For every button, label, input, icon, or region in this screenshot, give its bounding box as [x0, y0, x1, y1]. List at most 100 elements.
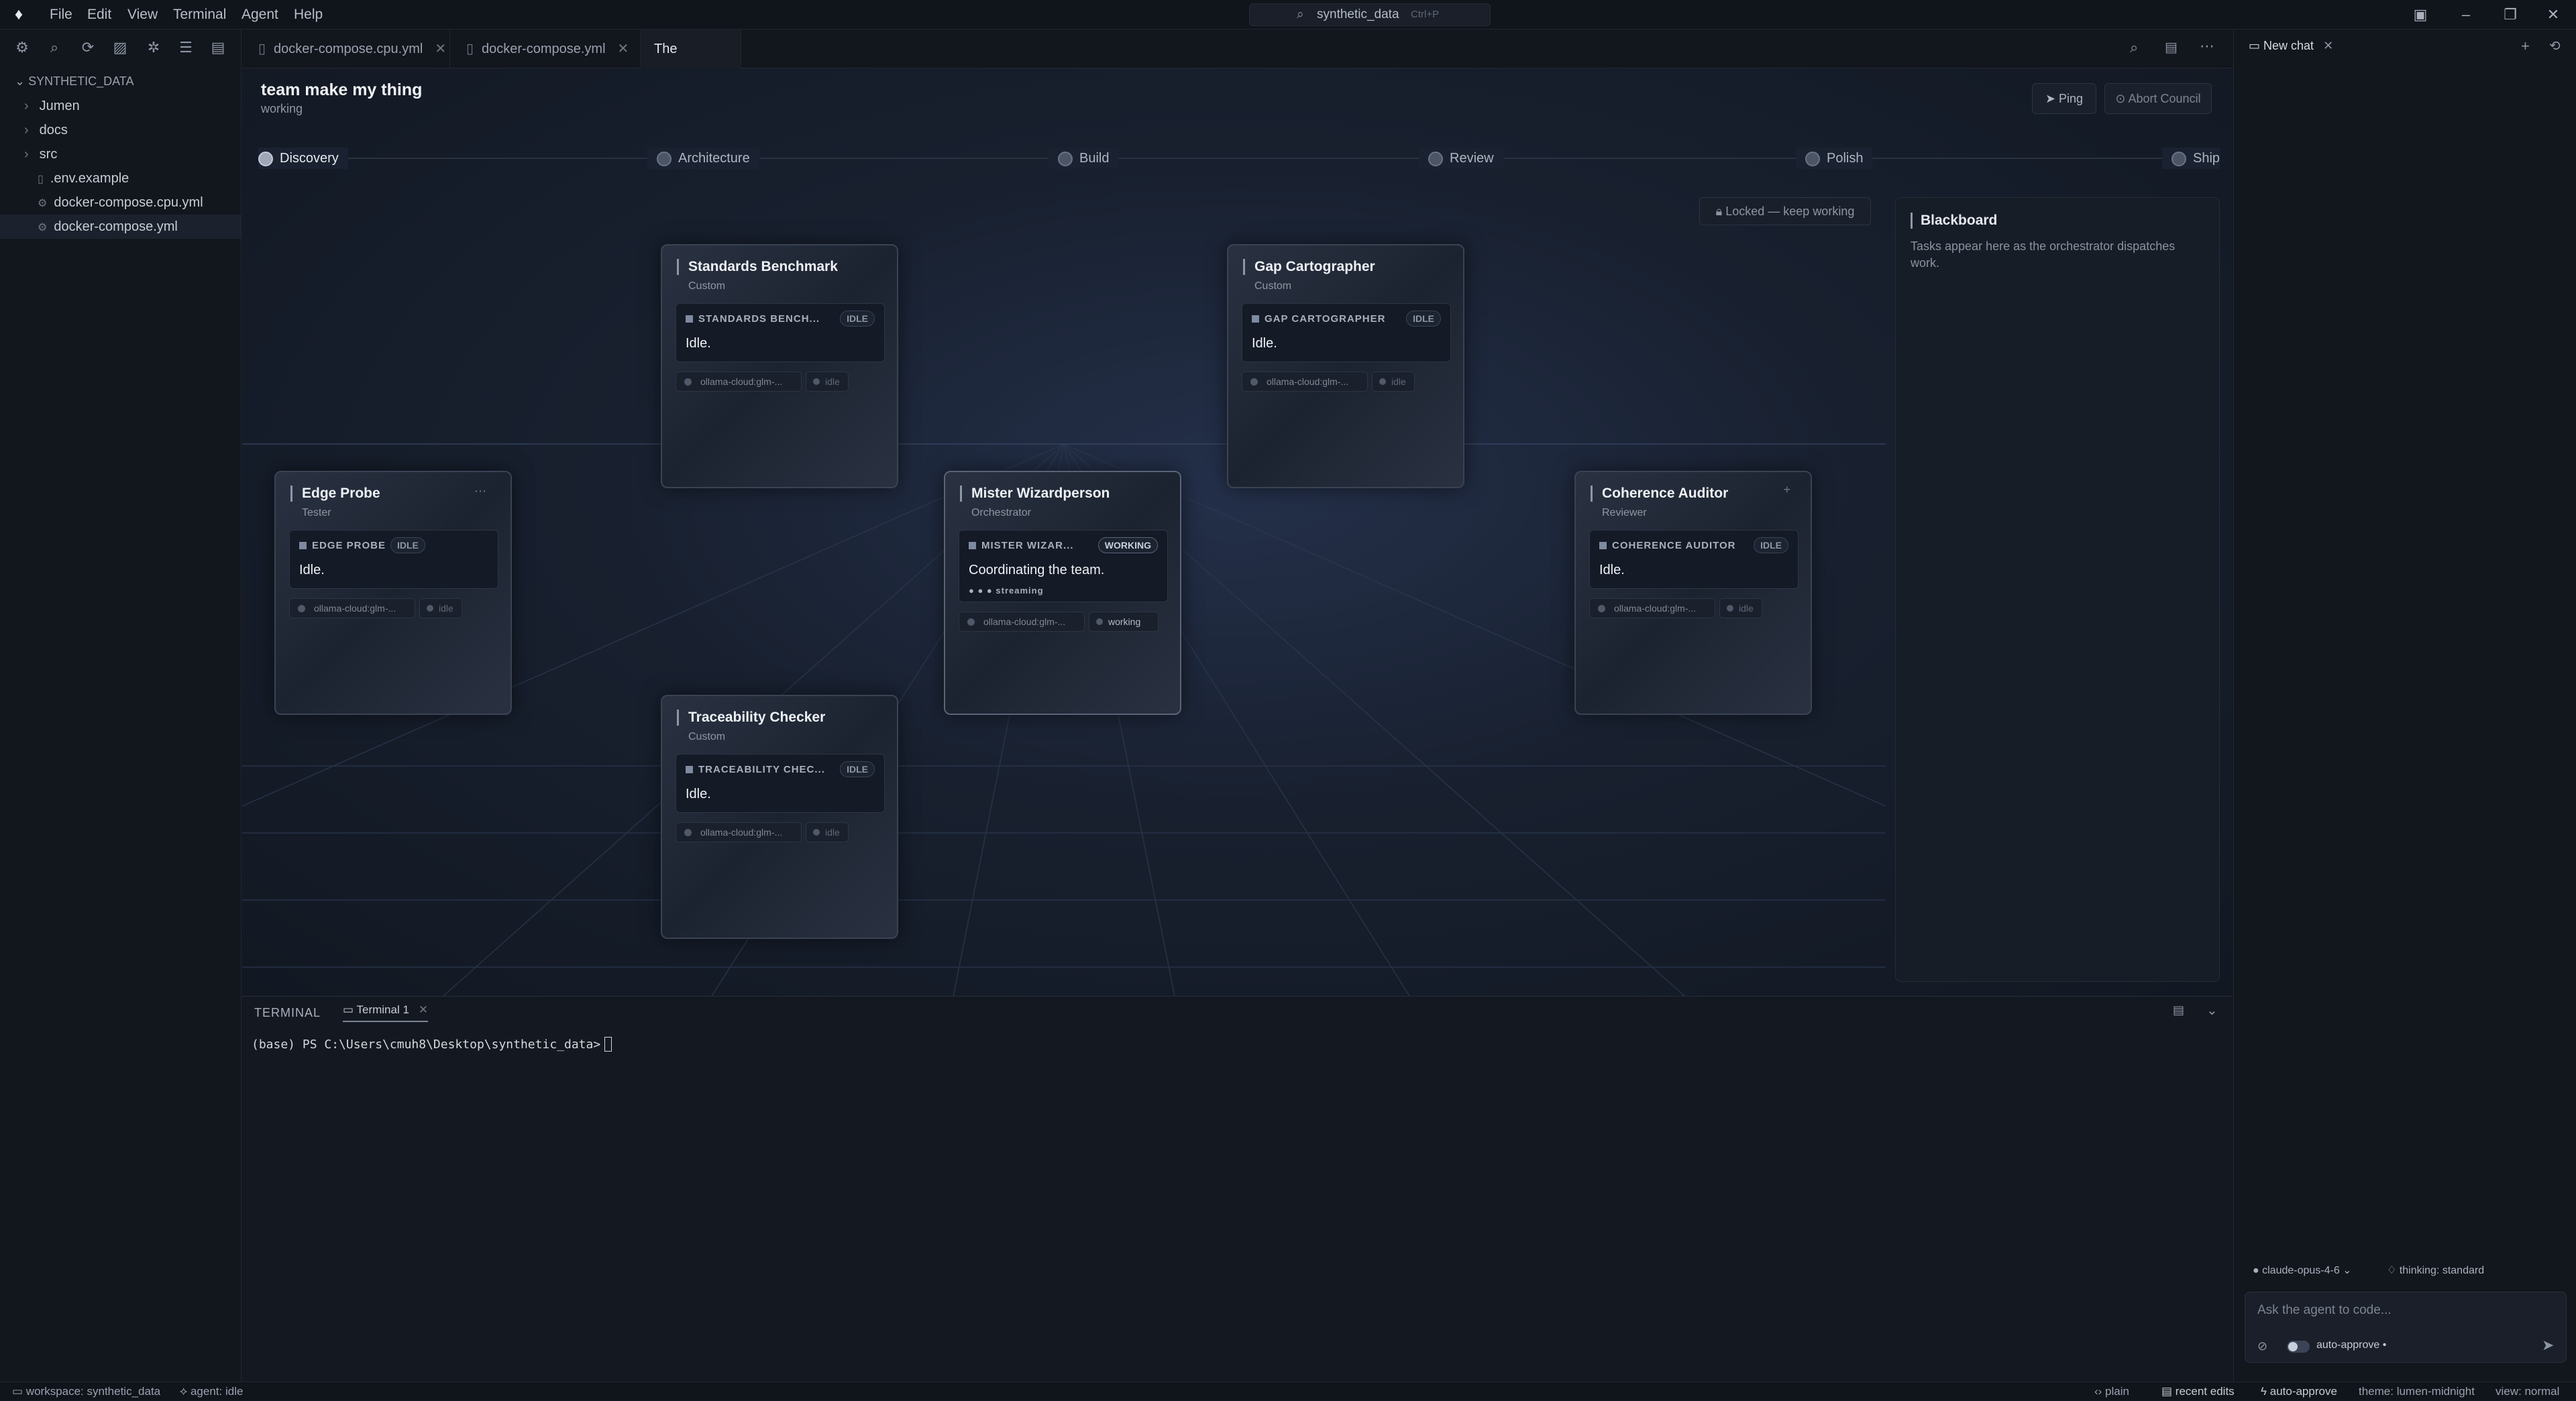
drag-handle-icon[interactable]: ⋯	[474, 484, 486, 498]
agent-label: STANDARDS BENCH...	[686, 313, 820, 325]
tab-compose[interactable]: ▯ docker-compose.yml ✕	[450, 30, 641, 68]
tree-item-jumen[interactable]: › Jumen	[0, 94, 241, 118]
phase-architecture[interactable]: Architecture	[647, 148, 759, 169]
terminal-layout-icon[interactable]: ▤	[2173, 1003, 2184, 1017]
gear-file-icon: ⚙	[38, 198, 48, 209]
workspace-status[interactable]: ▭ workspace: synthetic_data	[12, 1382, 160, 1401]
theme-label[interactable]: theme: lumen-midnight	[2359, 1382, 2475, 1401]
menu-file[interactable]: File	[50, 0, 72, 30]
stop-icon: ⊙	[2115, 92, 2129, 105]
agent-status-text: Idle.	[1252, 336, 1277, 351]
agent-name: Standards Benchmark	[677, 259, 838, 275]
phase-discovery[interactable]: Discovery	[258, 148, 348, 169]
phase-polish[interactable]: Polish	[1796, 148, 1873, 169]
gear-file-icon: ⚙	[38, 222, 48, 233]
tree-item-src[interactable]: › src	[0, 142, 241, 166]
menu-edit[interactable]: Edit	[87, 0, 111, 30]
phase-dot-icon	[1058, 151, 1073, 166]
new-chat-icon[interactable]: +	[2521, 38, 2530, 55]
chevron-down-icon: ⌄	[2339, 1265, 2352, 1276]
close-window-icon[interactable]: ✕	[2533, 0, 2573, 30]
agent-card-gap-cartographer[interactable]: Gap Cartographer Custom GAP CARTOGRAPHER…	[1227, 244, 1464, 488]
terminal-output[interactable]: (base) PS C:\Users\cmuh8\Desktop\synthet…	[252, 1037, 612, 1052]
history-icon[interactable]: ⟲	[2549, 38, 2561, 54]
toggle-panel-icon[interactable]: ▣	[2400, 0, 2440, 30]
search-icon[interactable]: ⌕	[2130, 39, 2138, 56]
menu-agent[interactable]: Agent	[241, 0, 278, 30]
tree-item-compose[interactable]: ⚙ docker-compose.yml	[0, 215, 241, 239]
image-icon[interactable]: ▨	[110, 38, 130, 58]
minimize-icon[interactable]: –	[2446, 0, 2486, 30]
view-label[interactable]: view: normal	[2496, 1382, 2559, 1401]
agent-card-mister-wizardperson[interactable]: Mister Wizardperson Orchestrator MISTER …	[944, 471, 1181, 715]
phase-build[interactable]: Build	[1049, 148, 1119, 169]
tree-label: .env.example	[50, 171, 129, 186]
phase-dot-icon	[657, 151, 672, 166]
model-state-chip: idle	[806, 372, 849, 392]
abort-council-button[interactable]: ⊙ Abort Council	[2104, 83, 2212, 114]
agent-label: MISTER WIZAR...	[969, 540, 1074, 551]
command-search-input[interactable]: ⌕ synthetic_data Ctrl+P	[1249, 3, 1491, 26]
menu-view[interactable]: View	[127, 0, 158, 30]
tab-the-council[interactable]: The Council✕	[641, 30, 741, 95]
tree-item-env[interactable]: ▯ .env.example	[0, 166, 241, 190]
send-icon: ➤	[2045, 92, 2059, 105]
phase-ship[interactable]: Ship	[2162, 148, 2220, 169]
close-icon[interactable]: ✕	[435, 42, 446, 56]
more-icon[interactable]: ⋯	[2200, 38, 2214, 55]
search-files-icon[interactable]: ⌕	[44, 38, 64, 58]
agent-role: Orchestrator	[971, 507, 1031, 518]
tree-item-docs[interactable]: › docs	[0, 118, 241, 142]
agent-card-standards-benchmark[interactable]: Standards Benchmark Custom STANDARDS BEN…	[661, 244, 898, 488]
plain-label: plain	[2105, 1385, 2129, 1398]
restore-icon[interactable]: ❐	[2490, 0, 2530, 30]
recent-edits[interactable]: ▤ recent edits	[2161, 1382, 2235, 1401]
app-logo-icon: ♦	[14, 5, 23, 23]
plus-icon[interactable]: +	[1783, 483, 1790, 497]
thinking-selector[interactable]: ♢ thinking: standard	[2387, 1264, 2484, 1277]
send-icon[interactable]: ➤	[2542, 1337, 2554, 1354]
agent-card-traceability-checker[interactable]: Traceability Checker Custom TRACEABILITY…	[661, 695, 898, 939]
plain-mode[interactable]: ‹› plain	[2094, 1382, 2129, 1401]
close-icon[interactable]: ✕	[618, 42, 629, 56]
settings-icon[interactable]: ⚙	[12, 38, 32, 58]
terminal-tab[interactable]: ▭ Terminal 1 ✕	[343, 1003, 429, 1022]
model-chip: ollama-cloud:glm-...	[1242, 372, 1368, 392]
edit-icon: ▤	[2161, 1385, 2176, 1398]
network-icon[interactable]: ✲	[144, 38, 164, 58]
agent-role: Custom	[1254, 280, 1292, 292]
book-icon[interactable]: ▤	[208, 38, 228, 58]
close-icon[interactable]: ✕	[2323, 39, 2333, 52]
agent-status-panel: EDGE PROBE IDLE Idle.	[289, 530, 498, 589]
tree-item-compose-cpu[interactable]: ⚙ docker-compose.cpu.yml	[0, 190, 241, 215]
ping-button[interactable]: ➤ Ping	[2032, 83, 2096, 114]
terminal-prompt: (base) PS C:\Users\cmuh8\Desktop\synthet…	[252, 1038, 601, 1052]
explorer-root[interactable]: ⌄ SYNTHETIC_DATA	[15, 71, 133, 91]
search-text: synthetic_data	[1317, 7, 1399, 21]
chat-input-box[interactable]: Ask the agent to code... ⊘ auto-approve …	[2245, 1292, 2567, 1363]
phase-progress-line	[264, 158, 2209, 159]
agent-card-edge-probe[interactable]: Edge Probe Tester ⋯ EDGE PROBE IDLE Idle…	[274, 471, 512, 715]
model-chip: ollama-cloud:glm-...	[1589, 598, 1715, 618]
title-bar: ♦ File Edit View Terminal Agent Help ⌕ s…	[0, 0, 2576, 30]
chevron-down-icon: ⌄	[15, 74, 29, 88]
chat-tab[interactable]: ▭ New chat ✕	[2249, 39, 2333, 53]
menu-help[interactable]: Help	[294, 0, 323, 30]
attach-icon[interactable]: ⊘	[2257, 1339, 2267, 1353]
phase-review[interactable]: Review	[1419, 148, 1503, 169]
model-selector[interactable]: ● claude-opus-4-6 ⌄	[2253, 1264, 2352, 1277]
split-icon[interactable]: ▤	[2165, 39, 2178, 56]
auto-approve-toggle[interactable]	[2287, 1341, 2310, 1353]
menu-terminal[interactable]: Terminal	[173, 0, 226, 30]
lock-button[interactable]: 🔒︎ Locked — keep working	[1699, 197, 1871, 225]
tab-compose-cpu[interactable]: ▯ docker-compose.cpu.yml ✕	[242, 30, 450, 68]
chevron-down-icon[interactable]: ⌄	[2206, 1002, 2218, 1019]
explorer-sidebar: ⚙ ⌕ ⟳ ▨ ✲ ☰ ▤ ⌄ SYNTHETIC_DATA › Jumen › d…	[0, 30, 241, 1390]
close-icon[interactable]: ✕	[419, 1003, 428, 1016]
agent-label: COHERENCE AUDITOR	[1599, 540, 1736, 551]
refresh-icon[interactable]: ⟳	[78, 38, 98, 58]
agent-card-coherence-auditor[interactable]: Coherence Auditor Reviewer + COHERENCE A…	[1574, 471, 1812, 715]
agent-status[interactable]: ⟡ agent: idle	[180, 1382, 243, 1401]
stack-icon[interactable]: ☰	[176, 38, 196, 58]
auto-approve-status[interactable]: ϟ auto-approve	[2261, 1382, 2337, 1401]
